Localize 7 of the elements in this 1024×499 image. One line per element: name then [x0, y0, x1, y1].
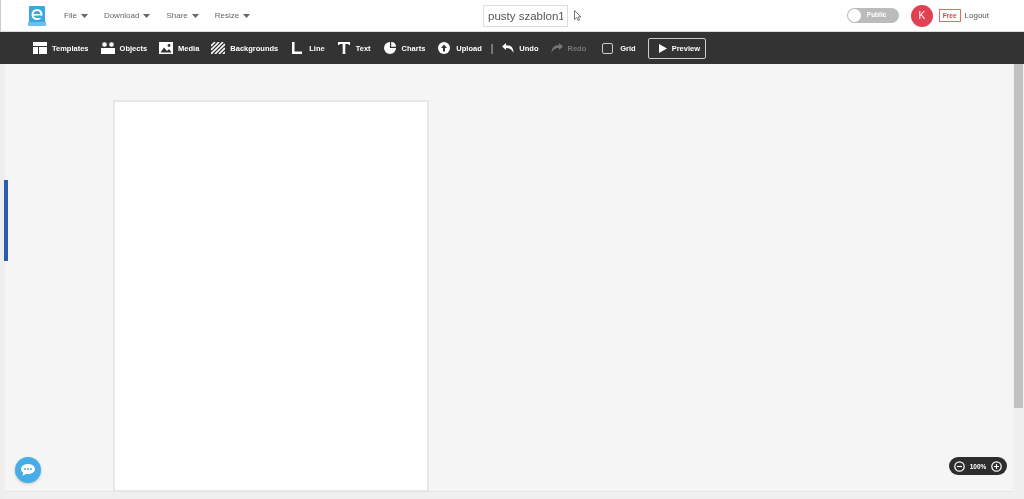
menu-item[interactable]: File	[56, 11, 96, 20]
menu-item[interactable]: Download	[95, 11, 159, 20]
menu-item[interactable]: Resize	[206, 11, 259, 20]
logout-link[interactable]: Logout	[964, 11, 989, 20]
user-avatar[interactable]: K	[910, 4, 933, 27]
menu-item[interactable]: Share	[158, 11, 207, 20]
toolbar-separator: |	[490, 42, 494, 54]
